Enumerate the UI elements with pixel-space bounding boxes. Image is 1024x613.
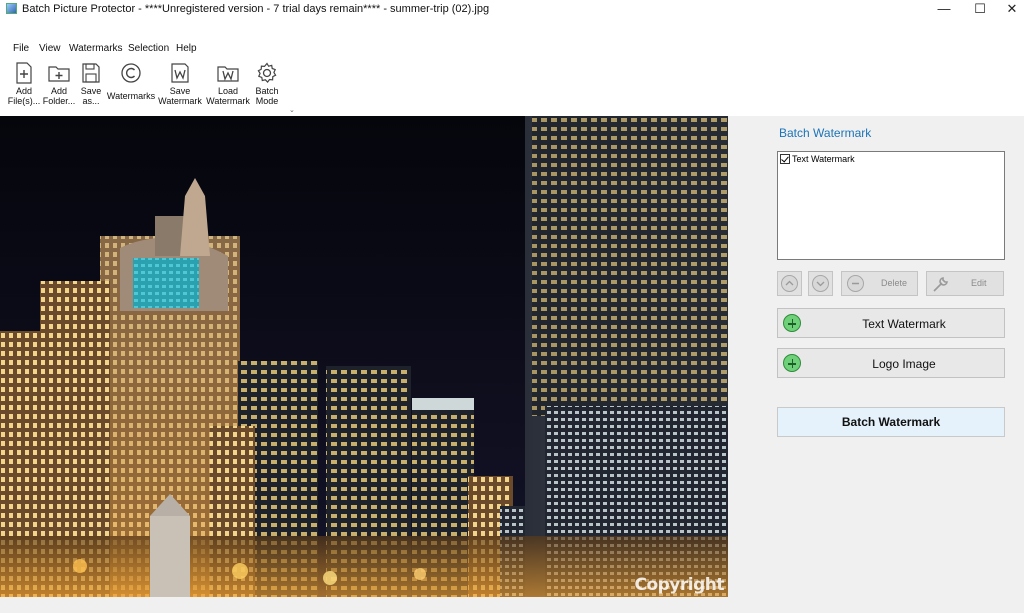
maximize-button[interactable]: ☐	[962, 0, 998, 20]
watermark-list-item[interactable]: Text Watermark	[780, 154, 855, 164]
watermark-item-label: Text Watermark	[792, 154, 855, 164]
copyright-icon	[121, 63, 141, 83]
edit-label: Edit	[971, 278, 987, 288]
add-folder-label: Add Folder...	[42, 86, 76, 106]
toolbar-overflow-icon[interactable]: ⌄	[289, 106, 295, 114]
image-canvas: Copyright	[0, 116, 760, 613]
load-watermark-label: Load Watermark	[206, 86, 250, 106]
add-folder-icon	[48, 66, 70, 82]
app-window: Batch Picture Protector - ****Unregister…	[0, 0, 1024, 613]
batch-mode-label: Batch Mode	[255, 86, 279, 106]
save-watermark-label: Save Watermark	[158, 86, 202, 106]
menu-selection[interactable]: Selection	[128, 43, 169, 54]
menu-file[interactable]: File	[13, 43, 29, 54]
toolbar: Add File(s)... Add Folder... Save as... …	[0, 58, 760, 116]
load-watermark-icon	[217, 66, 239, 82]
preview-image: Copyright	[0, 116, 728, 597]
minus-icon	[847, 275, 864, 292]
delete-label: Delete	[881, 278, 908, 288]
add-files-button[interactable]: Add File(s)...	[6, 62, 42, 106]
save-as-button[interactable]: Save as...	[78, 62, 104, 106]
app-icon	[6, 3, 17, 14]
edit-button[interactable]: Edit	[926, 271, 1004, 296]
canvas-gutter	[728, 116, 760, 613]
arrow-down-icon	[812, 275, 829, 292]
panel-title: Batch Watermark	[779, 126, 872, 140]
logo-image-label: Logo Image	[872, 357, 936, 371]
watermark-item-checkbox[interactable]	[780, 154, 790, 164]
arrow-up-icon	[781, 275, 798, 292]
move-up-button[interactable]	[777, 271, 802, 296]
window-title: Batch Picture Protector - ****Unregister…	[22, 3, 490, 15]
load-watermark-button[interactable]: Load Watermark	[205, 62, 251, 106]
wrench-icon	[931, 274, 951, 296]
delete-button[interactable]: Delete	[841, 271, 918, 296]
save-icon	[82, 63, 100, 83]
add-folder-button[interactable]: Add Folder...	[42, 62, 76, 106]
watermark-list[interactable]: Text Watermark	[777, 151, 1005, 260]
move-down-button[interactable]	[808, 271, 833, 296]
watermark-preview-text: Copyright	[634, 575, 724, 595]
menu-watermarks[interactable]: Watermarks	[69, 43, 123, 54]
city-night-photo	[0, 116, 728, 597]
watermarks-button[interactable]: Watermarks	[106, 62, 156, 101]
text-watermark-label: Text Watermark	[862, 317, 946, 331]
add-file-icon	[16, 62, 32, 84]
batch-watermark-panel: Batch Watermark Text Watermark Delete Ed…	[760, 116, 1024, 613]
batch-mode-button[interactable]: Batch Mode	[252, 62, 282, 106]
title-bar: Batch Picture Protector - ****Unregister…	[0, 0, 1024, 20]
menu-help[interactable]: Help	[176, 43, 197, 54]
add-text-watermark-button[interactable]: Text Watermark	[777, 308, 1005, 338]
batch-watermark-button[interactable]: Batch Watermark	[777, 407, 1005, 437]
save-as-label: Save as...	[80, 86, 102, 106]
close-button[interactable]: ✕	[994, 0, 1024, 20]
save-watermark-icon	[171, 63, 189, 83]
watermarks-label: Watermarks	[106, 91, 156, 101]
minimize-button[interactable]: —	[926, 0, 962, 20]
menu-view[interactable]: View	[39, 43, 61, 54]
menu-bar: File View Watermarks Selection Help	[0, 42, 1024, 57]
add-logo-image-button[interactable]: Logo Image	[777, 348, 1005, 378]
add-files-label: Add File(s)...	[7, 86, 41, 106]
save-watermark-button[interactable]: Save Watermark	[157, 62, 203, 106]
gear-icon	[257, 62, 277, 84]
